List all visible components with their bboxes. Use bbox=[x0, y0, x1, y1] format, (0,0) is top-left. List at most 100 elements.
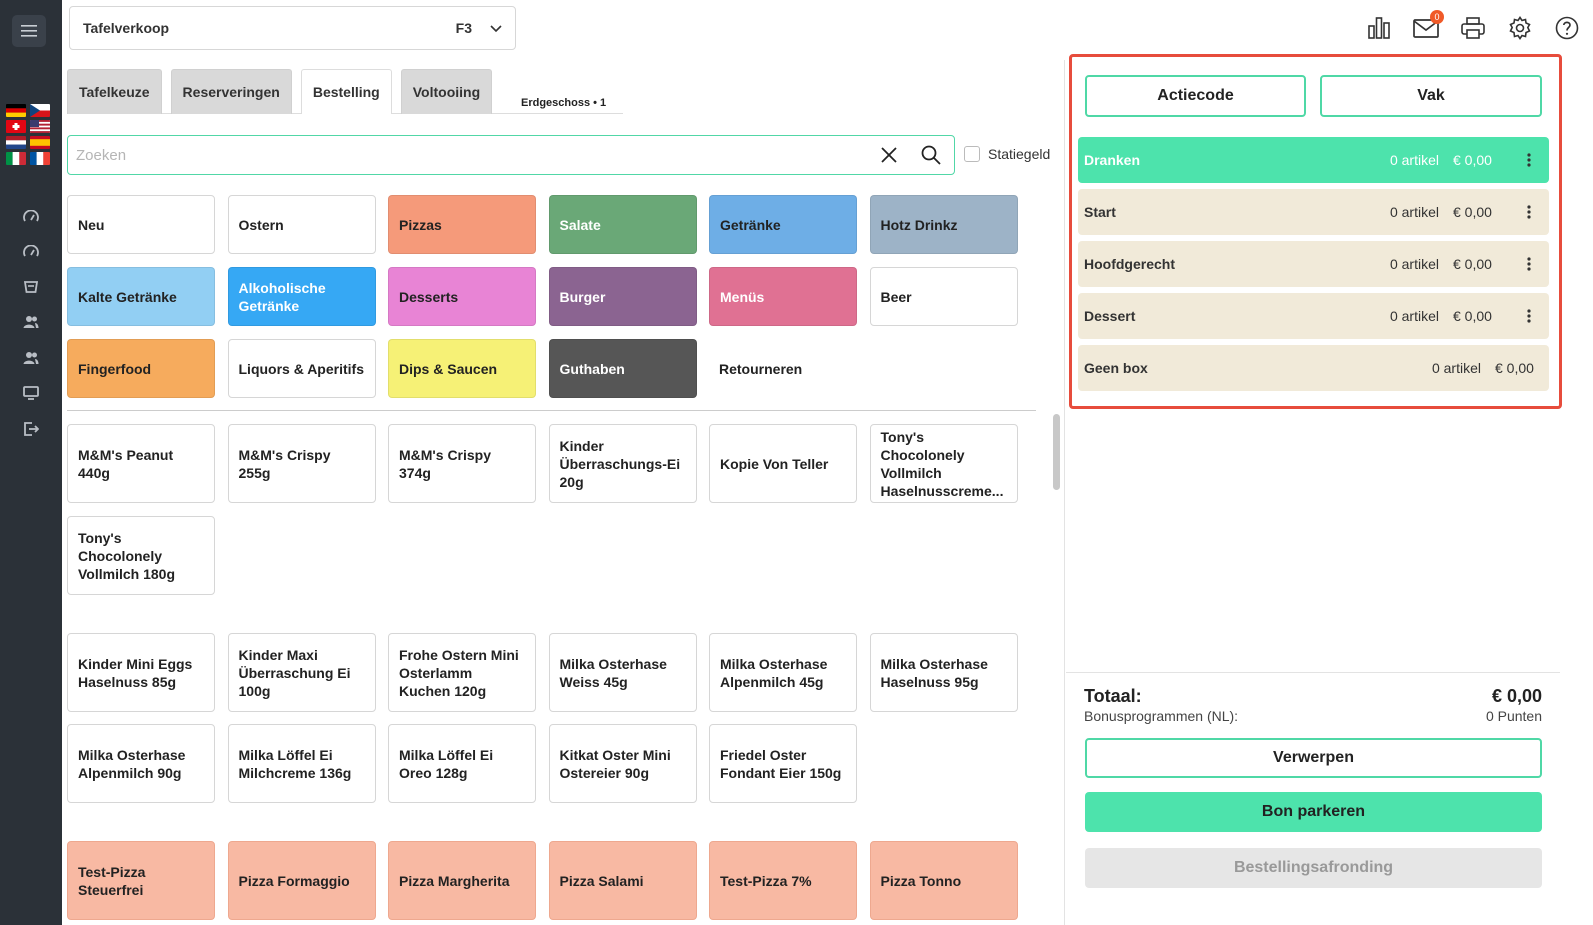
product-grid: M&M's Peanut 440g M&M's Crispy 255g M&M's … bbox=[67, 424, 1047, 925]
order-group-row[interactable]: Start 0 artikel € 0,00 bbox=[1078, 189, 1549, 235]
product-tile[interactable]: Kinder Maxi Überraschung Ei 100g bbox=[227, 633, 376, 712]
sales-mode-select[interactable]: Tafelverkoop F3 bbox=[69, 6, 516, 50]
order-tabs: Tafelkeuze Reserveringen Bestelling Volt… bbox=[67, 69, 501, 114]
finish-order-button[interactable]: Bestellingsafronding bbox=[1085, 848, 1542, 888]
order-group-row[interactable]: Dranken 0 artikel € 0,00 bbox=[1078, 137, 1549, 183]
product-tile[interactable]: Test-Pizza 7% bbox=[709, 841, 857, 920]
category-liquors-aperitifs[interactable]: Liquors & Aperitifs bbox=[227, 339, 376, 398]
category-fingerfood[interactable]: Fingerfood bbox=[67, 339, 215, 398]
tab-tafelkeuze[interactable]: Tafelkeuze bbox=[67, 69, 162, 114]
printer-icon[interactable] bbox=[1457, 12, 1489, 44]
french-flag-icon[interactable] bbox=[30, 152, 50, 165]
category-alkoholische-getr-nke[interactable]: Alkoholische Getränke bbox=[227, 267, 376, 326]
product-tile[interactable]: Pizza Margherita bbox=[388, 841, 536, 920]
dashboard-gauge-icon[interactable] bbox=[0, 198, 62, 234]
category-kalte-getr-nke[interactable]: Kalte Getränke bbox=[67, 267, 215, 326]
us-flag-icon[interactable] bbox=[30, 120, 50, 133]
chevron-down-icon bbox=[490, 20, 502, 36]
product-tile[interactable]: Kinder Mini Eggs Haselnuss 85g bbox=[67, 633, 215, 712]
czech-flag-icon[interactable] bbox=[30, 104, 50, 117]
category-retourneren[interactable]: Retourneren bbox=[709, 339, 857, 398]
order-group-row[interactable]: Hoofdgerecht 0 artikel € 0,00 bbox=[1078, 241, 1549, 287]
group-count: 0 artikel bbox=[1389, 204, 1439, 220]
more-options-icon[interactable] bbox=[1515, 309, 1543, 323]
tab-bestelling[interactable]: Bestelling bbox=[300, 69, 392, 114]
more-options-icon[interactable] bbox=[1515, 153, 1543, 167]
swiss-flag-icon[interactable] bbox=[6, 120, 26, 133]
category-dips-saucen[interactable]: Dips & Saucen bbox=[388, 339, 536, 398]
help-icon[interactable] bbox=[1551, 12, 1583, 44]
product-tile[interactable]: Kopie Von Teller bbox=[709, 424, 857, 503]
group-count: 0 artikel bbox=[1389, 308, 1439, 324]
category-hotz-drinkz[interactable]: Hotz Drinkz bbox=[869, 195, 1018, 254]
top-bar: Tafelverkoop F3 0 bbox=[62, 0, 1593, 60]
deposit-checkbox[interactable] bbox=[964, 146, 980, 162]
category-burger[interactable]: Burger bbox=[548, 267, 697, 326]
spanish-flag-icon[interactable] bbox=[30, 136, 50, 149]
monitor-icon[interactable] bbox=[0, 376, 62, 412]
category-beer[interactable]: Beer bbox=[869, 267, 1018, 326]
product-tile[interactable]: Milka Osterhase Alpenmilch 90g bbox=[67, 724, 215, 803]
category-salate[interactable]: Salate bbox=[548, 195, 697, 254]
discard-button[interactable]: Verwerpen bbox=[1085, 738, 1542, 778]
dutch-flag-icon[interactable] bbox=[6, 136, 26, 149]
search-input[interactable] bbox=[76, 146, 862, 164]
hamburger-menu-icon[interactable] bbox=[12, 15, 46, 47]
category-guthaben[interactable]: Guthaben bbox=[548, 339, 697, 398]
product-tile[interactable]: M&M's Peanut 440g bbox=[67, 424, 215, 503]
category-getr-nke[interactable]: Getränke bbox=[709, 195, 857, 254]
product-tile[interactable]: Pizza Tonno bbox=[869, 841, 1018, 920]
table-location: Erdgeschoss • 1 bbox=[521, 97, 607, 109]
settings-gear-icon[interactable] bbox=[1504, 12, 1536, 44]
deposit-toggle[interactable]: Statiegeld bbox=[964, 146, 1050, 162]
product-tile[interactable]: Tony's Chocolonely Vollmilch 180g bbox=[67, 516, 215, 595]
mail-icon[interactable]: 0 bbox=[1410, 10, 1444, 44]
language-flags bbox=[6, 104, 52, 165]
actiecode-button[interactable]: Actiecode bbox=[1085, 75, 1306, 117]
product-tile[interactable]: Test-Pizza Steuerfrei bbox=[67, 841, 215, 920]
category-neu[interactable]: Neu bbox=[67, 195, 215, 254]
product-tile[interactable]: M&M's Crispy 255g bbox=[227, 424, 376, 503]
sales-mode-name: Tafelverkoop bbox=[83, 20, 170, 36]
product-tile[interactable]: Kinder Überraschungs-Ei 20g bbox=[548, 424, 697, 503]
category-desserts[interactable]: Desserts bbox=[388, 267, 536, 326]
group-count: 0 artikel bbox=[1389, 152, 1439, 168]
product-tile[interactable]: Milka Löffel Ei Oreo 128g bbox=[388, 724, 536, 803]
product-tile[interactable]: Milka Löffel Ei Milchcreme 136g bbox=[227, 724, 376, 803]
clear-icon[interactable] bbox=[874, 140, 904, 170]
product-tile[interactable]: Milka Osterhase Weiss 45g bbox=[548, 633, 697, 712]
group-icon[interactable] bbox=[0, 340, 62, 376]
more-options-icon[interactable] bbox=[1515, 205, 1543, 219]
category-men-s[interactable]: Menüs bbox=[709, 267, 857, 326]
product-tile[interactable]: M&M's Crispy 374g bbox=[388, 424, 536, 503]
order-group-row[interactable]: Geen box 0 artikel € 0,00 bbox=[1078, 345, 1549, 391]
search-icon[interactable] bbox=[916, 140, 946, 170]
vak-button[interactable]: Vak bbox=[1320, 75, 1542, 117]
logout-icon[interactable] bbox=[0, 411, 62, 447]
scrollbar-thumb[interactable] bbox=[1053, 414, 1060, 490]
product-tile[interactable]: Frohe Ostern Mini Osterlamm Kuchen 120g bbox=[388, 633, 536, 712]
category-ostern[interactable]: Ostern bbox=[227, 195, 376, 254]
park-receipt-button[interactable]: Bon parkeren bbox=[1085, 792, 1542, 832]
product-tile[interactable]: Milka Osterhase Haselnuss 95g bbox=[869, 633, 1018, 712]
cart-icon[interactable] bbox=[0, 269, 62, 305]
product-tile[interactable]: Milka Osterhase Alpenmilch 45g bbox=[709, 633, 857, 712]
product-scrollbar[interactable] bbox=[1052, 412, 1061, 925]
speed-gauge-icon[interactable] bbox=[0, 234, 62, 270]
product-tile[interactable]: Tony's Chocolonely Vollmilch Haselnusscr… bbox=[869, 424, 1018, 503]
order-group-row[interactable]: Dessert 0 artikel € 0,00 bbox=[1078, 293, 1549, 339]
category-pizzas[interactable]: Pizzas bbox=[388, 195, 536, 254]
italian-flag-icon[interactable] bbox=[6, 152, 26, 165]
tab-voltooiing[interactable]: Voltooiing bbox=[400, 69, 493, 114]
product-tile[interactable]: Pizza Formaggio bbox=[227, 841, 376, 920]
product-tile[interactable]: Friedel Oster Fondant Eier 150g bbox=[709, 724, 857, 803]
german-flag-icon[interactable] bbox=[6, 104, 26, 117]
more-options-icon[interactable] bbox=[1515, 257, 1543, 271]
statistics-chart-icon[interactable] bbox=[1363, 12, 1395, 44]
tab-reserveringen[interactable]: Reserveringen bbox=[170, 69, 292, 114]
group-count: 0 artikel bbox=[1389, 256, 1439, 272]
product-tile[interactable]: Kitkat Oster Mini Ostereier 90g bbox=[548, 724, 697, 803]
totals-divider bbox=[1066, 672, 1560, 673]
product-tile[interactable]: Pizza Salami bbox=[548, 841, 697, 920]
users-icon[interactable] bbox=[0, 305, 62, 341]
